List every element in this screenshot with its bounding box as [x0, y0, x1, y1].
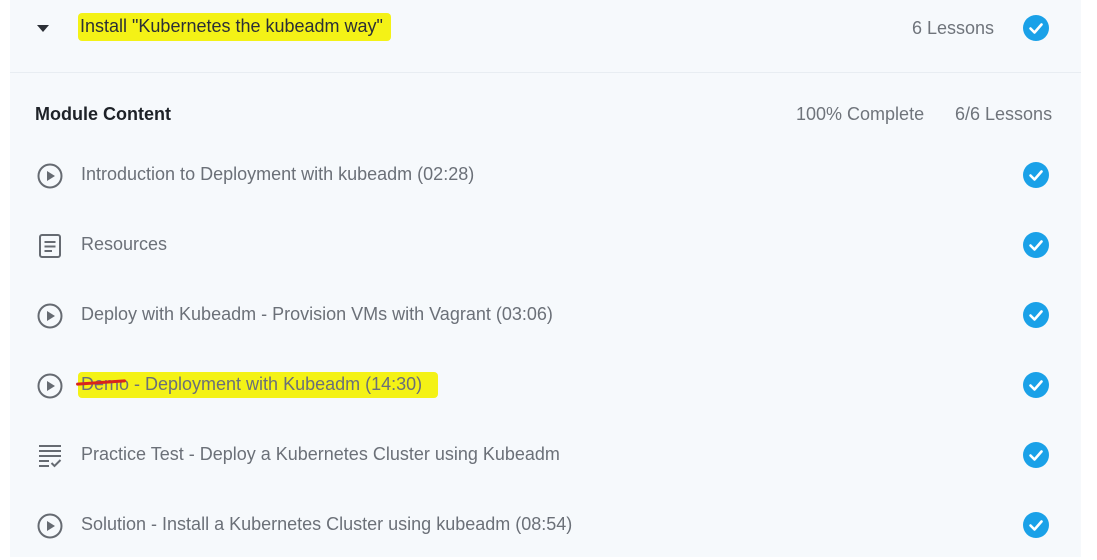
chevron-down-icon[interactable]: [37, 25, 49, 32]
lesson-item[interactable]: Resources: [10, 210, 1081, 280]
document-icon: [36, 232, 64, 260]
play-circle-icon: [36, 302, 64, 330]
module-content-heading: Module Content: [35, 104, 171, 124]
lesson-label[interactable]: Deploy with Kubeadm - Provision VMs with…: [81, 304, 553, 325]
lesson-label[interactable]: Practice Test - Deploy a Kubernetes Clus…: [81, 444, 560, 465]
percent-complete: 100% Complete: [796, 104, 925, 124]
lesson-item[interactable]: Introduction to Deployment with kubeadm …: [10, 140, 1081, 210]
lesson-label[interactable]: Introduction to Deployment with kubeadm …: [81, 164, 474, 185]
lessons-completed-count: 6/6 Lessons: [955, 104, 1053, 124]
lesson-label[interactable]: Resources: [81, 234, 167, 255]
lesson-item[interactable]: Deploy with Kubeadm - Provision VMs with…: [10, 280, 1081, 350]
play-circle-icon: [36, 162, 64, 190]
module-lessons-count: 6 Lessons: [911, 18, 994, 38]
lesson-item[interactable]: Practice Test - Deploy a Kubernetes Clus…: [10, 420, 1081, 490]
check-circle-icon: [1023, 442, 1049, 468]
module-panel: Install "Kubernetes the kubeadm way" 6 L…: [10, 0, 1081, 557]
check-circle-icon: [1023, 162, 1049, 188]
checklist-icon: [36, 442, 64, 470]
check-circle-icon: [1023, 302, 1049, 328]
play-circle-icon: [36, 512, 64, 540]
lesson-label[interactable]: Demo - Deployment with Kubeadm (14:30): [81, 374, 422, 395]
check-circle-icon: [1023, 512, 1049, 538]
check-circle-icon: [1023, 232, 1049, 258]
check-circle-icon: [1023, 372, 1049, 398]
play-circle-icon: [36, 372, 64, 400]
lesson-item[interactable]: Solution - Install a Kubernetes Cluster …: [10, 490, 1081, 560]
module-title[interactable]: Install "Kubernetes the kubeadm way": [80, 16, 383, 37]
check-circle-icon: [1023, 15, 1049, 41]
lesson-item[interactable]: Demo - Deployment with Kubeadm (14:30): [10, 350, 1081, 420]
module-header[interactable]: Install "Kubernetes the kubeadm way" 6 L…: [10, 0, 1081, 73]
lesson-label[interactable]: Solution - Install a Kubernetes Cluster …: [81, 514, 572, 535]
